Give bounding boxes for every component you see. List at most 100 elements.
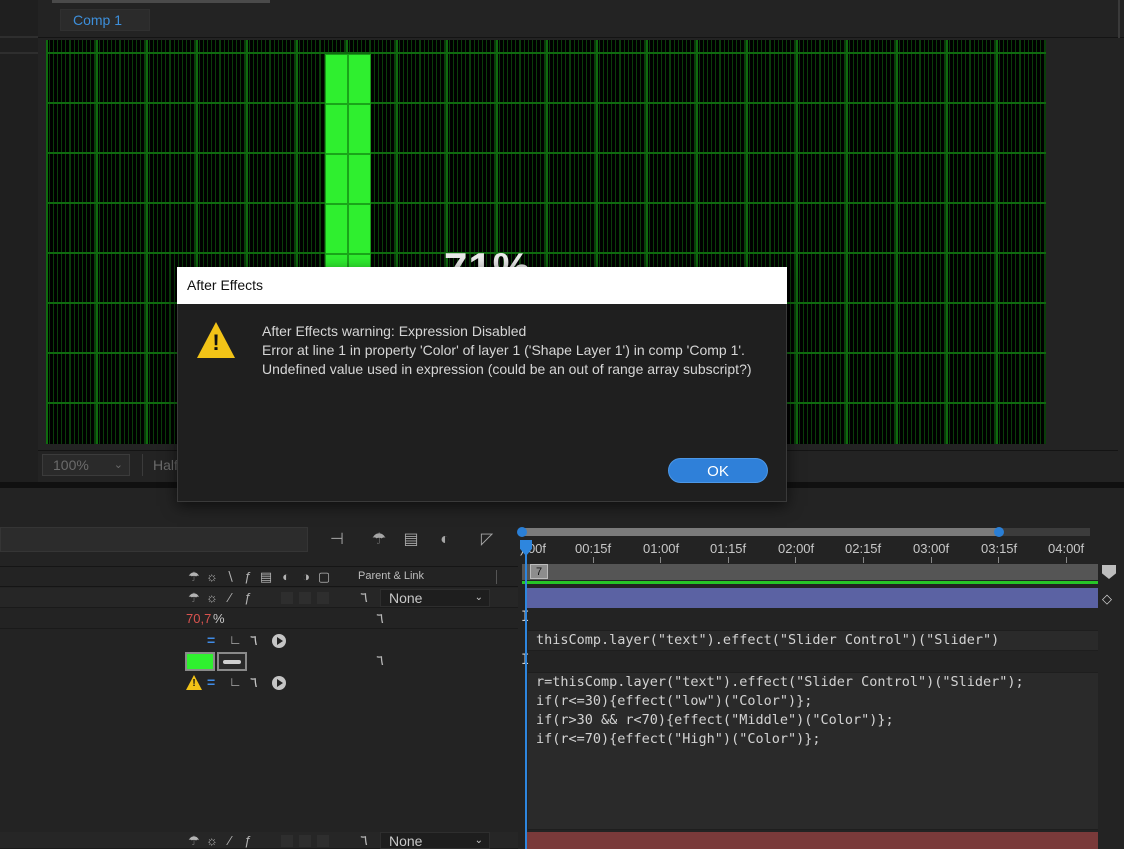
pickwhip-icon[interactable]: ٦: [356, 832, 372, 849]
shy-switch-icon[interactable]: ☂: [186, 833, 202, 849]
left-strip-rule: [0, 36, 38, 38]
comp-tab-row: [38, 0, 1124, 38]
pickwhip-icon[interactable]: ٦: [372, 610, 388, 627]
ruler-tick: [863, 557, 864, 563]
expression-pickwhip-icon[interactable]: ٦: [250, 632, 264, 649]
eyedropper-icon[interactable]: [217, 652, 247, 671]
parent-value: None: [389, 590, 423, 606]
chevron-down-icon: ⌄: [474, 592, 483, 603]
warning-mark: !: [212, 330, 220, 355]
expression-graph-icon[interactable]: ∟: [229, 632, 243, 647]
ruler-label: 00:15f: [575, 541, 612, 556]
ruler-tick: [1066, 557, 1067, 563]
comp-marker[interactable]: 7: [530, 564, 548, 579]
resolution-dropdown[interactable]: Half: [142, 454, 182, 476]
ruler-label: 01:00f: [643, 541, 680, 556]
ruler-tick: [931, 557, 932, 563]
parent-dropdown[interactable]: None ⌄: [380, 832, 490, 849]
expression-language-menu-icon[interactable]: [272, 676, 286, 690]
quality-switch-icon[interactable]: ∖: [222, 569, 238, 585]
work-area-end-handle[interactable]: [994, 527, 1004, 537]
expression-language-menu-icon[interactable]: [272, 634, 286, 648]
draft-3d-icon[interactable]: ☂: [368, 530, 390, 550]
tab-comp-1[interactable]: Comp 1: [60, 9, 150, 31]
switch-slot[interactable]: [298, 591, 312, 605]
parent-dropdown[interactable]: None ⌄: [380, 589, 490, 607]
zoom-dropdown[interactable]: 100% ⌄: [42, 454, 130, 476]
expression-pickwhip-icon[interactable]: ٦: [250, 674, 264, 691]
motion-blur-switch-icon[interactable]: ◐: [278, 569, 294, 584]
ruler-tick: [593, 557, 594, 563]
collapse-switch-icon[interactable]: ☼: [204, 833, 220, 848]
current-time-indicator[interactable]: [525, 540, 527, 849]
expression-code-line[interactable]: if(r>30 && r<70){effect("Middle")("Color…: [536, 712, 894, 728]
parent-link-header: Parent & Link: [358, 570, 425, 582]
expression-code-line[interactable]: r=thisComp.layer("text").effect("Slider …: [536, 674, 1024, 690]
switch-slot[interactable]: [316, 834, 330, 848]
frame-blending-icon[interactable]: ▤: [400, 530, 422, 550]
chevron-down-icon: ⌄: [113, 459, 123, 471]
ruler-label: 02:15f: [845, 541, 882, 556]
collapse-switch-icon[interactable]: ☼: [204, 569, 220, 584]
warning-mark: !: [192, 678, 196, 689]
tab-accent-bar: [52, 0, 270, 3]
graph-editor-icon[interactable]: ◸: [476, 530, 498, 550]
switch-slot[interactable]: [280, 591, 294, 605]
expression-code-line[interactable]: if(r<=70){effect("High")("Color")};: [536, 731, 820, 747]
layer-duration-bar[interactable]: [526, 588, 1098, 608]
chevron-down-icon: ⌄: [474, 835, 483, 846]
dialog-title-bar[interactable]: [177, 267, 787, 304]
shy-switch-icon[interactable]: ☂: [186, 590, 202, 606]
timeline-search-input[interactable]: [0, 527, 308, 552]
ruler-tick: [660, 557, 661, 563]
dialog-title: After Effects: [187, 277, 263, 293]
color-swatch[interactable]: [185, 652, 215, 671]
motion-blur-icon[interactable]: ◐: [434, 530, 456, 550]
ruler-tick: [998, 557, 999, 563]
ruler-label: 03:00f: [913, 541, 950, 556]
3d-switch-icon[interactable]: ▢: [316, 569, 332, 585]
opacity-unit: %: [213, 611, 225, 626]
expression-graph-icon[interactable]: ∟: [229, 674, 243, 689]
switch-slot[interactable]: [298, 834, 312, 848]
ruler-tick: [728, 557, 729, 563]
composition-flowchart-icon[interactable]: ⊣: [326, 530, 348, 550]
collapse-switch-icon[interactable]: ☼: [204, 590, 220, 605]
work-area-start-handle[interactable]: [517, 527, 527, 537]
marker-track[interactable]: [522, 564, 1098, 580]
quality-switch-icon[interactable]: ∕: [222, 833, 238, 848]
ok-button[interactable]: OK: [668, 458, 768, 483]
frame-blend-switch-icon[interactable]: ▤: [258, 569, 274, 585]
expression-enable-icon[interactable]: =: [207, 674, 221, 690]
switch-slot[interactable]: [280, 834, 294, 848]
adjustment-switch-icon[interactable]: ◑: [298, 569, 314, 584]
left-panel-strip: [0, 0, 38, 482]
ruler-label: 04:00f: [1048, 541, 1085, 556]
expression-code-line[interactable]: thisComp.layer("text").effect("Slider Co…: [536, 632, 999, 648]
property-row-opacity: [0, 609, 518, 629]
layer-duration-bar[interactable]: [526, 832, 1098, 849]
expression-enable-icon[interactable]: =: [207, 632, 221, 648]
zoom-value: 100%: [53, 457, 89, 473]
switch-slot[interactable]: [316, 591, 330, 605]
left-strip-rule: [0, 52, 38, 54]
pickwhip-icon[interactable]: ٦: [356, 589, 372, 606]
green-shape-layer: [325, 54, 371, 274]
panel-separator: [1118, 0, 1120, 38]
expression-code-line[interactable]: if(r<=30){effect("low")("Color")};: [536, 693, 812, 709]
opacity-value[interactable]: 70,7: [186, 611, 211, 626]
quality-switch-icon[interactable]: ∕: [222, 590, 238, 605]
fx-switch-icon[interactable]: ƒ: [240, 590, 256, 605]
pickwhip-icon[interactable]: ٦: [372, 652, 388, 669]
ruler-tick: [795, 557, 796, 563]
fx-switch-icon[interactable]: ƒ: [240, 569, 256, 584]
shy-switch-icon[interactable]: ☂: [186, 569, 202, 585]
dialog-message-line: After Effects warning: Expression Disabl…: [262, 323, 527, 339]
ruler-label: 01:15f: [710, 541, 747, 556]
render-bar: [522, 581, 1098, 584]
fx-switch-icon[interactable]: ƒ: [240, 833, 256, 848]
work-area-bar[interactable]: [520, 528, 998, 536]
dialog-message-line: Undefined value used in expression (coul…: [262, 361, 752, 377]
parent-value: None: [389, 833, 423, 849]
layer-end-icon[interactable]: ◇: [1102, 591, 1116, 606]
